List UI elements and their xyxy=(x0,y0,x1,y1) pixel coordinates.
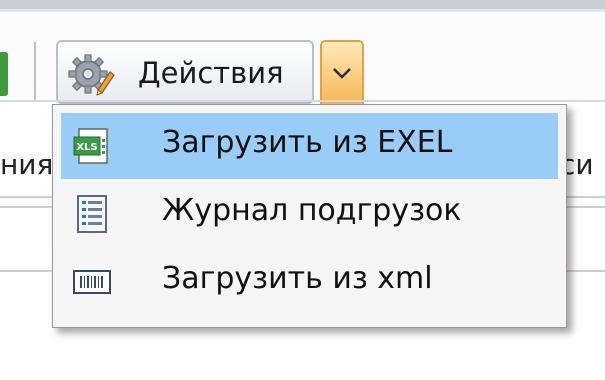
column-header-fragment-left: ния xyxy=(0,148,54,181)
toolbar-bottom-divider xyxy=(0,100,605,102)
menu-item-load-from-excel[interactable]: XLS Загрузить из EXEL xyxy=(61,113,558,179)
svg-text:XLS: XLS xyxy=(76,142,97,153)
menu-item-label: Загрузить из EXEL xyxy=(162,125,453,160)
menu-item-label: Загрузить из xml xyxy=(162,261,433,296)
actions-button[interactable]: Действия xyxy=(56,40,314,104)
menu-item-load-from-xml[interactable]: Загрузить из xml xyxy=(61,249,558,315)
menu-item-upload-log[interactable]: Журнал подгрузок xyxy=(61,181,558,247)
gear-icon xyxy=(68,54,115,96)
actions-dropdown-menu: XLS Загрузить из EXEL Журнал подгрузок З… xyxy=(52,104,567,328)
previous-toolbar-button-edge[interactable] xyxy=(0,52,8,96)
menu-item-label: Журнал подгрузок xyxy=(162,193,462,228)
xls-file-icon: XLS xyxy=(73,128,108,164)
xml-barcode-icon xyxy=(73,270,111,294)
journal-icon xyxy=(77,195,107,233)
chevron-down-icon xyxy=(333,68,351,79)
actions-button-label: Действия xyxy=(138,56,284,90)
toolbar: Действия xyxy=(0,12,605,110)
toolbar-separator xyxy=(34,42,36,102)
window-top-border xyxy=(0,0,605,9)
